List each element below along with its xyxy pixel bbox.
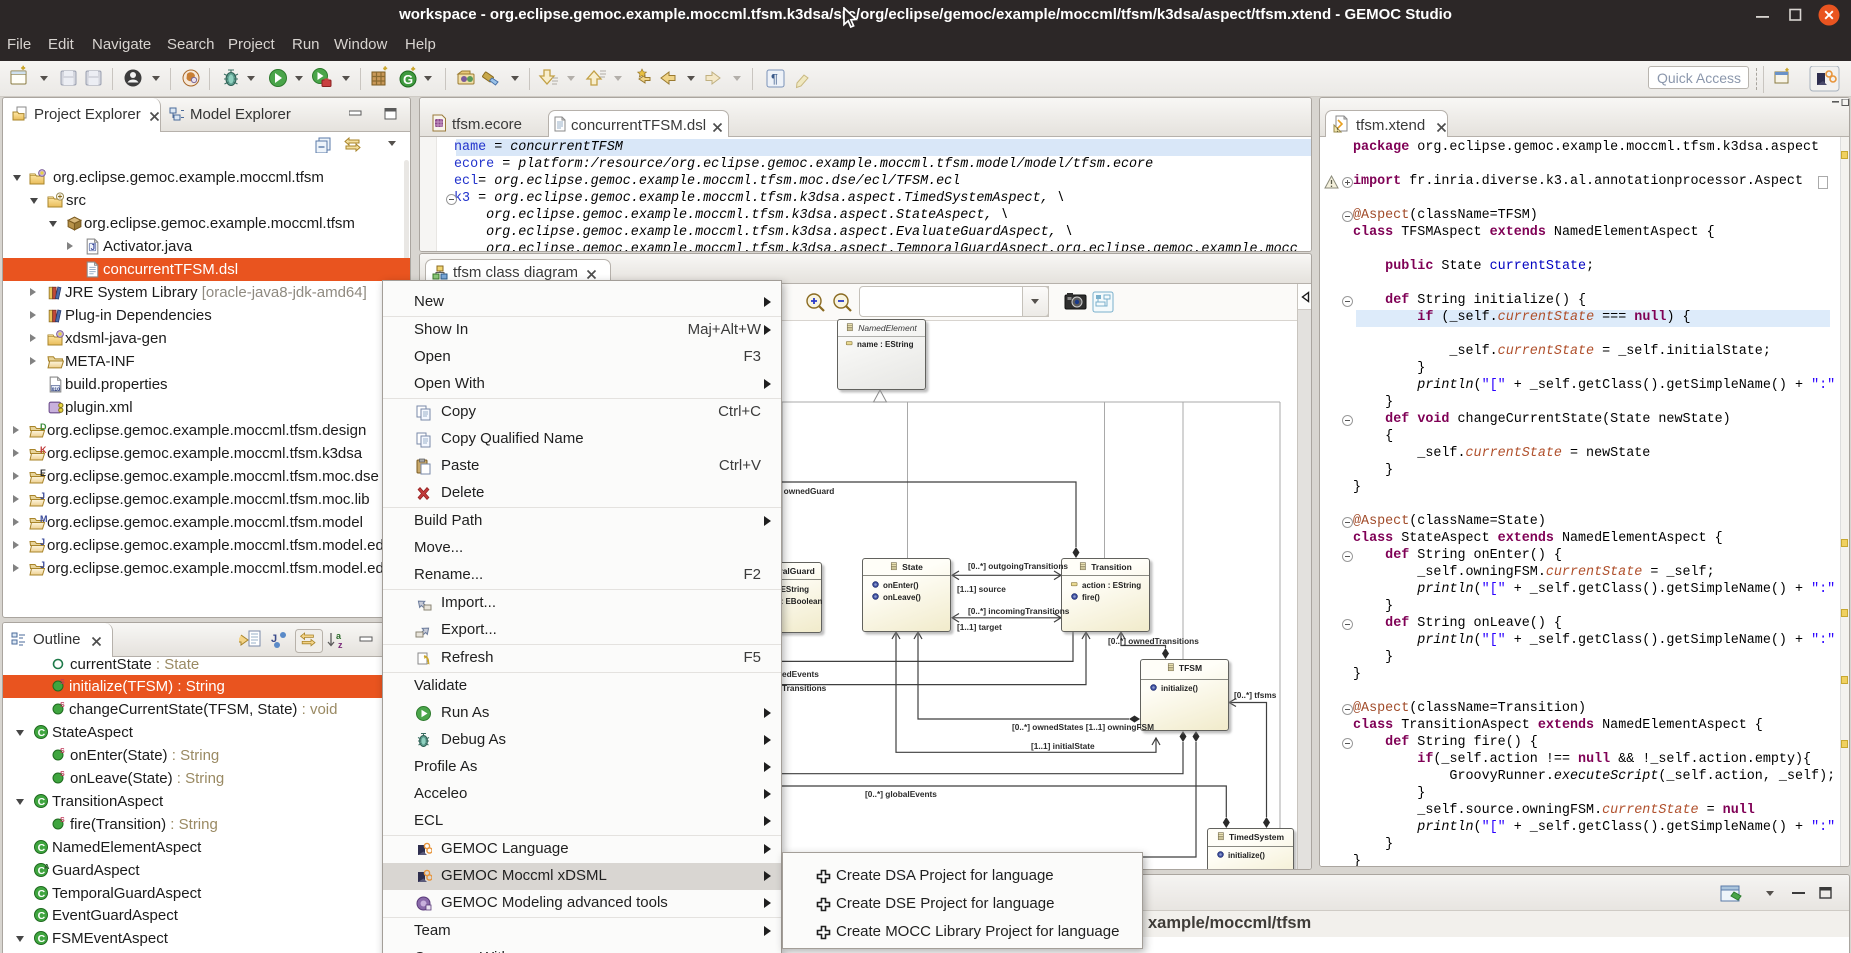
svg-text:G: G xyxy=(403,72,413,87)
svg-text:M: M xyxy=(40,514,47,524)
svg-text:S: S xyxy=(60,748,65,755)
svg-text:A: A xyxy=(44,862,50,871)
svg-text:J: J xyxy=(40,537,45,547)
svg-text:K: K xyxy=(40,445,47,455)
svg-text:S: S xyxy=(60,817,65,824)
svg-text:z: z xyxy=(338,640,343,650)
svg-text:J: J xyxy=(40,560,45,570)
svg-text:D: D xyxy=(40,422,47,432)
svg-text:E: E xyxy=(40,468,46,478)
svg-text:S: S xyxy=(60,771,65,778)
svg-text:S: S xyxy=(60,702,65,709)
svg-text:J: J xyxy=(40,491,45,501)
svg-text:¶: ¶ xyxy=(771,71,778,86)
svg-text:S: S xyxy=(60,679,65,686)
